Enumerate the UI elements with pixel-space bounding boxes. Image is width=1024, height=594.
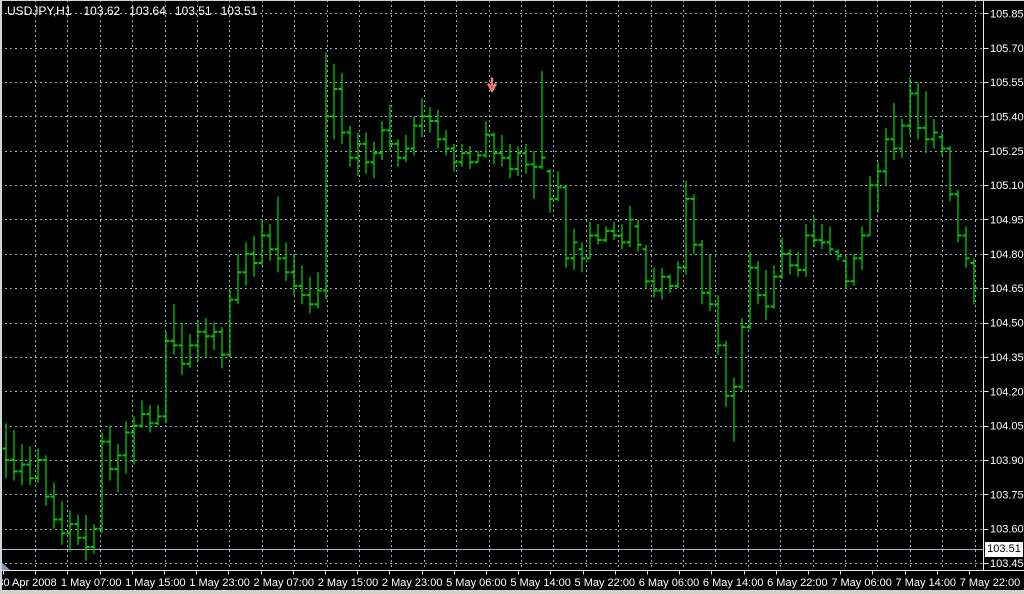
- price-axis-label: 105.25: [990, 146, 1024, 158]
- time-axis-label: 2 May 23:00: [382, 577, 443, 589]
- sell-arrow-marker[interactable]: [486, 77, 498, 93]
- time-axis[interactable]: 30 Apr 2008 1 May 07:00 1 May 15:00 1 May 2…: [0, 570, 1021, 590]
- price-axis-label: 104.50: [990, 318, 1024, 330]
- time-axis-label: 2 May 07:00: [254, 577, 315, 589]
- price-axis-label: 105.85: [990, 8, 1024, 20]
- time-axis-label: 5 May 06:00: [446, 577, 507, 589]
- time-axis-label: 5 May 14:00: [510, 577, 571, 589]
- window-border-top: [0, 0, 1024, 1]
- time-axis-label: 7 May 14:00: [896, 577, 957, 589]
- chart-window: 105.85 105.70 105.55 105.40 105.25 105.10 104.…: [0, 0, 1024, 594]
- time-axis-label: 1 May 15:00: [125, 577, 186, 589]
- price-axis-label: 104.65: [990, 283, 1024, 295]
- price-axis-label: 105.10: [990, 180, 1024, 192]
- time-axis-label: 1 May 07:00: [61, 577, 122, 589]
- price-chart-svg[interactable]: 105.85 105.70 105.55 105.40 105.25 105.10 104.…: [0, 0, 1024, 594]
- quote-open: 103.62: [83, 4, 121, 18]
- price-axis-label: 104.20: [990, 386, 1024, 398]
- time-axis-label: 6 May 22:00: [767, 577, 828, 589]
- price-axis-label: 105.55: [990, 77, 1024, 89]
- quote-close: 103.51: [220, 4, 258, 18]
- price-axis-label: 104.35: [990, 352, 1024, 364]
- time-axis-label: 30 Apr 2008: [0, 577, 57, 589]
- time-axis-label: 6 May 06:00: [639, 577, 700, 589]
- price-axis-label: 105.40: [990, 111, 1024, 123]
- down-arrow-icon: [486, 77, 498, 93]
- price-axis-label: 104.80: [990, 249, 1024, 261]
- axis-frame[interactable]: [0, 0, 1024, 572]
- chart-title: USDJPY,H1 103.62 103.64 103.51 103.51: [7, 5, 257, 17]
- window-border-left: [0, 0, 2, 594]
- price-axis-label: 103.75: [990, 489, 1024, 501]
- bar-open-close-ticks: [2, 88, 978, 548]
- price-axis-label: 103.45: [990, 558, 1024, 570]
- quote-high: 103.64: [129, 4, 166, 18]
- price-axis-label: 104.95: [990, 215, 1024, 227]
- price-axis-label: 103.90: [990, 455, 1024, 467]
- time-axis-label: 6 May 14:00: [703, 577, 764, 589]
- time-axis-label: 7 May 22:00: [960, 577, 1021, 589]
- price-axis-label: 105.70: [990, 43, 1024, 55]
- time-axis-label: 5 May 22:00: [575, 577, 636, 589]
- time-axis-label: 2 May 15:00: [318, 577, 379, 589]
- price-axis-label: 104.05: [990, 421, 1024, 433]
- quote-low: 103.51: [174, 4, 212, 18]
- current-price-badge: 103.51: [985, 541, 1023, 557]
- price-axis-label: 103.60: [990, 524, 1024, 536]
- symbol-period-label: USDJPY,H1: [7, 4, 72, 18]
- status-strip: [0, 590, 1024, 594]
- price-axis[interactable]: 105.85 105.70 105.55 105.40 105.25 105.10 104.…: [983, 8, 1024, 570]
- time-axis-label: 1 May 23:00: [189, 577, 250, 589]
- time-axis-label: 7 May 06:00: [831, 577, 892, 589]
